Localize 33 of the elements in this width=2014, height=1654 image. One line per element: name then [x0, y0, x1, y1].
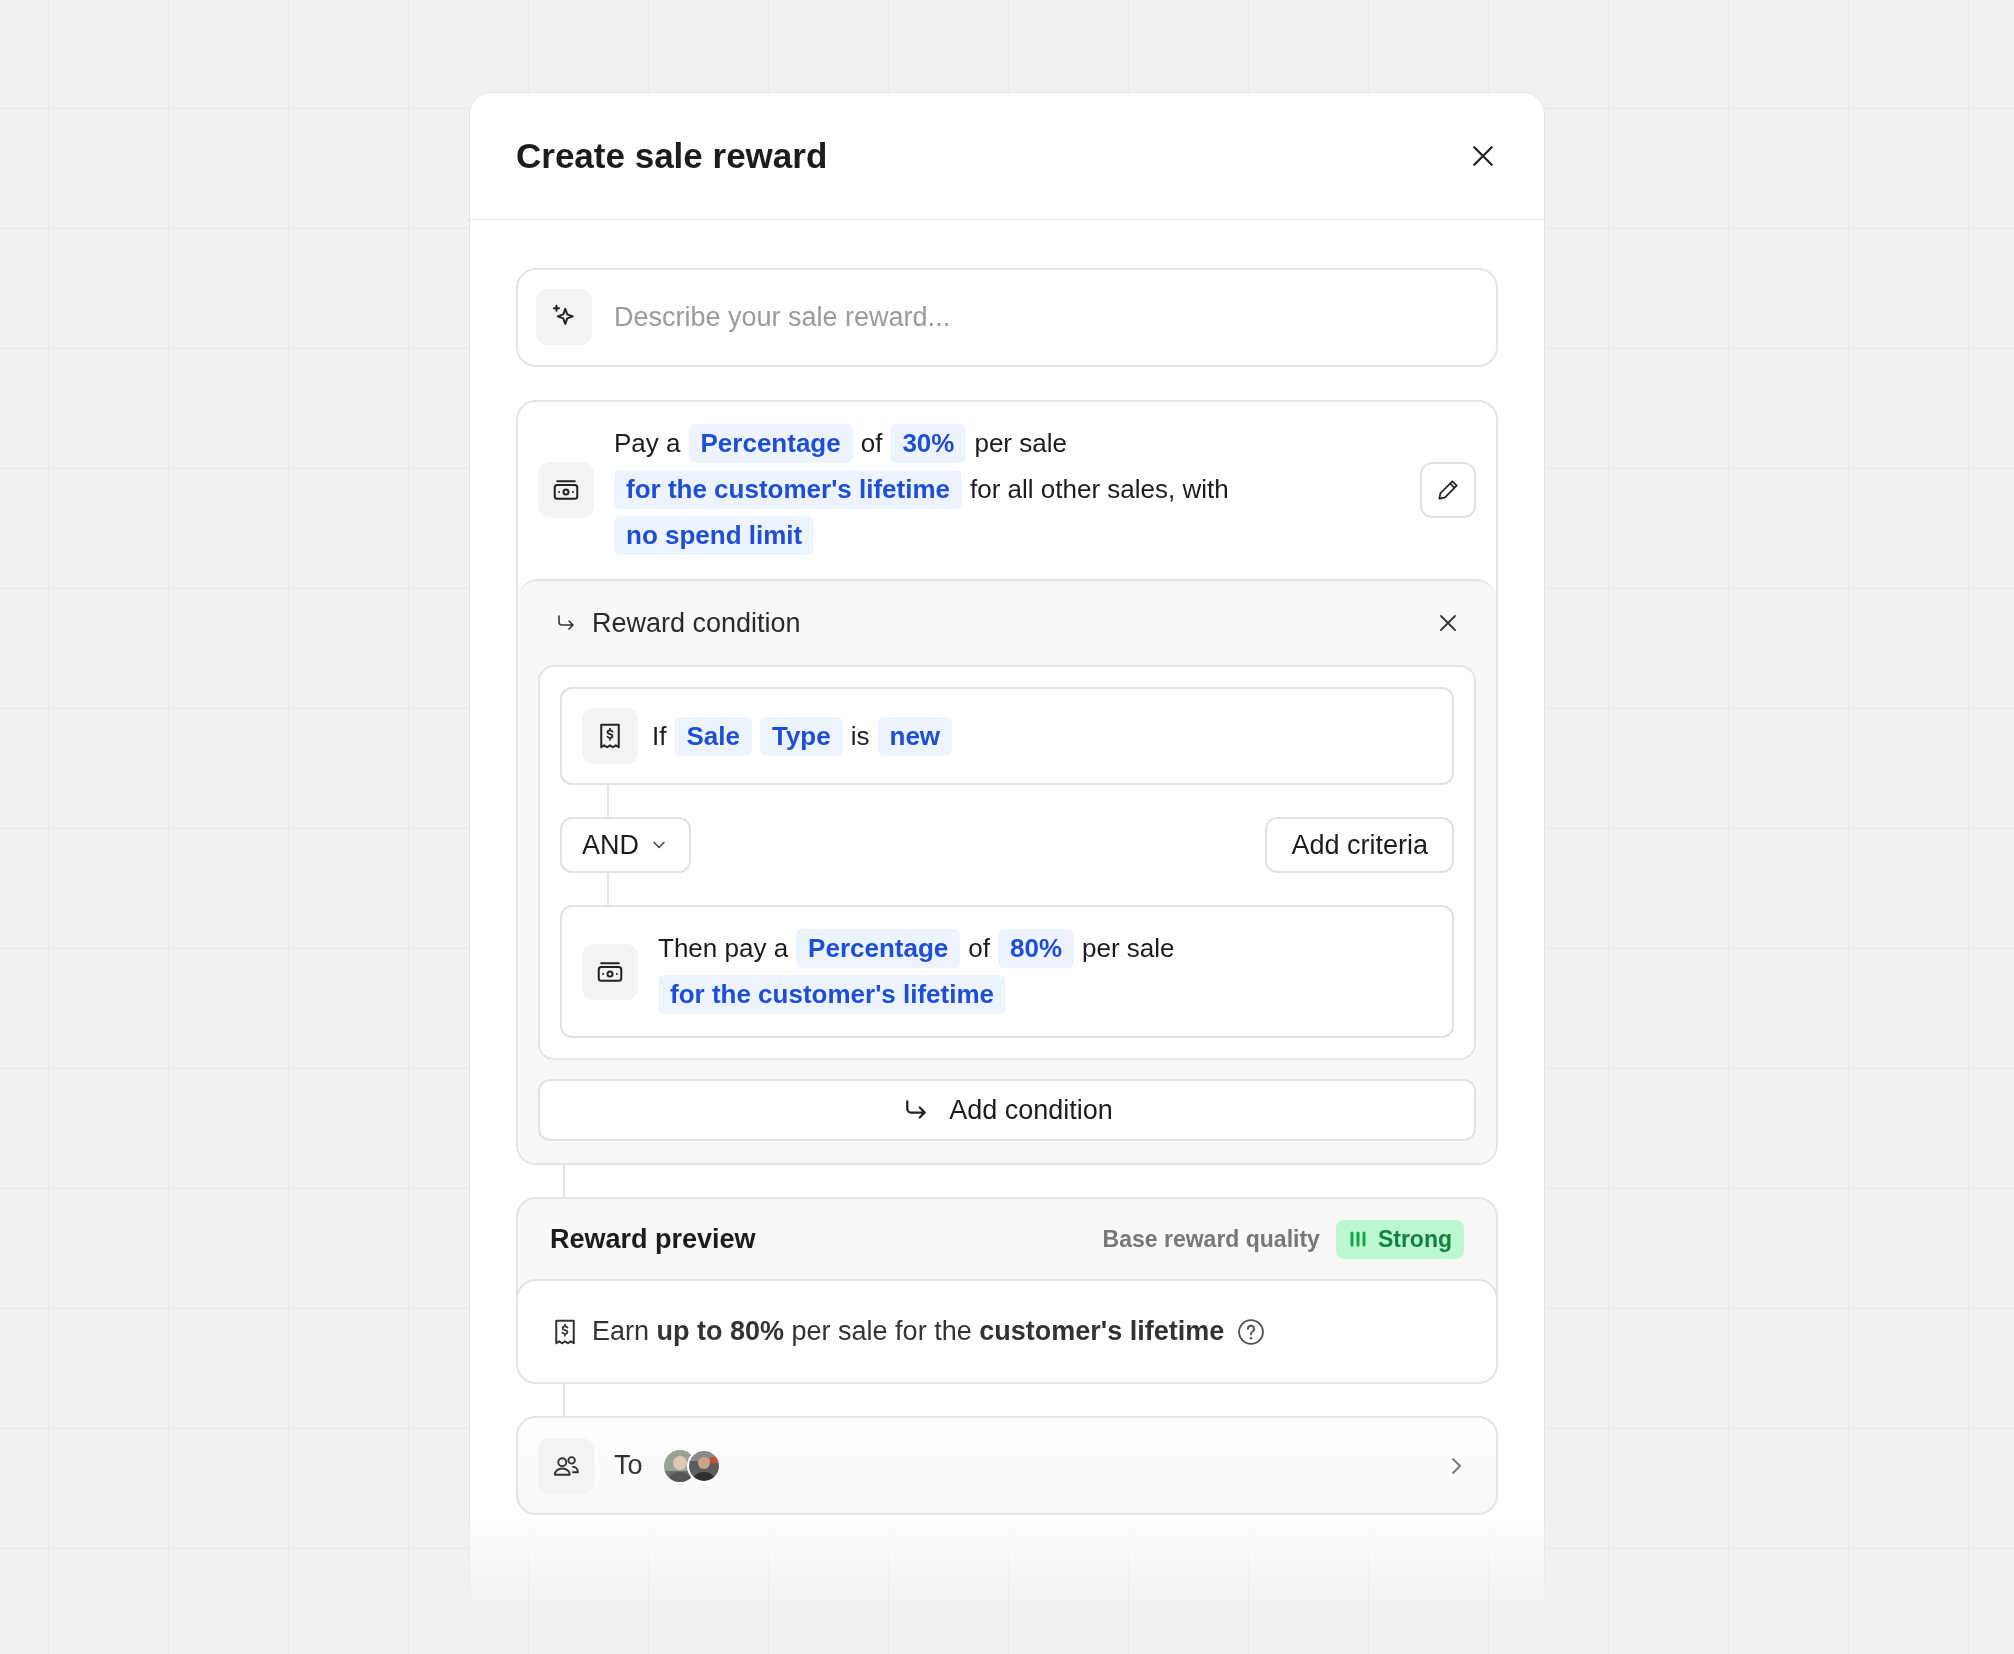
sentence-text: is — [850, 719, 870, 753]
quality-label: Base reward quality — [1102, 1225, 1320, 1253]
sentence-text: Then pay a — [658, 932, 789, 965]
add-condition-button[interactable]: Add condition — [538, 1079, 1476, 1141]
condition-title: Reward condition — [592, 607, 801, 639]
recipients-label: To — [614, 1450, 643, 1481]
edit-button[interactable] — [1420, 461, 1476, 518]
operator-dropdown[interactable]: AND — [560, 817, 691, 873]
sentence-text: for all other sales, with — [970, 473, 1229, 506]
value-chip[interactable]: Percentage — [796, 929, 961, 968]
add-criteria-button[interactable]: Add criteria — [1265, 817, 1454, 873]
sentence-text: of — [968, 932, 990, 965]
value-chip[interactable]: Type — [759, 716, 843, 756]
value-chip[interactable]: for the customer's lifetime — [658, 975, 1007, 1014]
quality-badge: Strong — [1335, 1219, 1464, 1259]
value-chip[interactable]: for the customer's lifetime — [614, 470, 963, 509]
value-chip[interactable]: 80% — [997, 929, 1074, 968]
dialog-title: Create sale reward — [516, 136, 828, 176]
value-chip[interactable]: 30% — [890, 424, 967, 463]
sentence-text: of — [860, 427, 883, 460]
help-icon[interactable] — [1236, 1316, 1267, 1347]
sentence-text: Pay a — [614, 427, 681, 460]
sentence-text: If — [652, 719, 667, 753]
sentence-text: per sale — [974, 427, 1067, 460]
preview-title: Reward preview — [550, 1223, 756, 1255]
reward-summary: Earn up to 80% per sale for the customer's lifetime — [592, 1316, 1225, 1347]
prompt-field[interactable]: Describe your sale reward... — [516, 268, 1498, 367]
sentence-text: per sale — [1082, 932, 1175, 965]
value-chip[interactable]: Sale — [674, 716, 752, 756]
value-chip[interactable]: new — [877, 716, 953, 756]
recipients-row[interactable]: To — [516, 1416, 1498, 1515]
value-chip[interactable]: Percentage — [688, 424, 853, 463]
value-chip[interactable]: no spend limit — [614, 516, 815, 555]
